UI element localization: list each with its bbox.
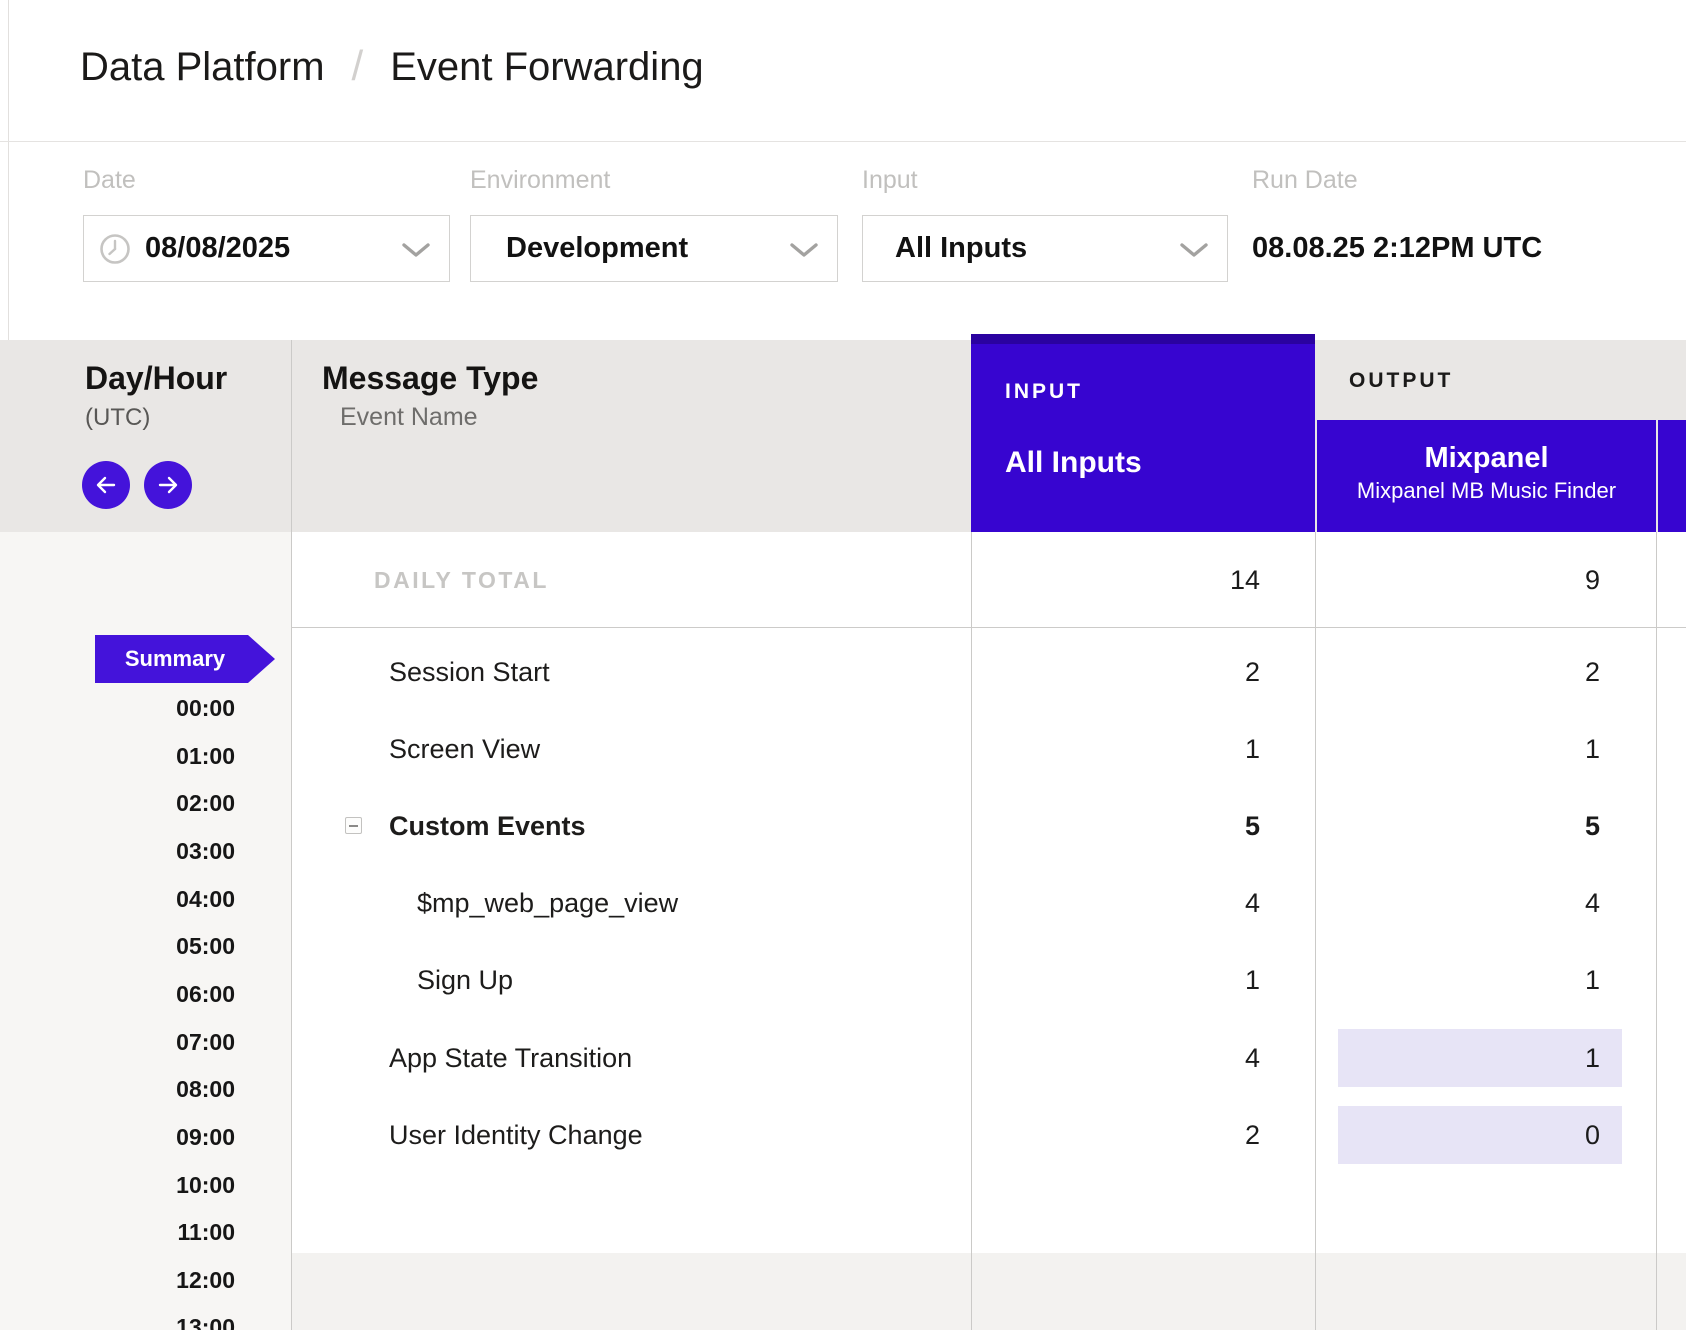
chevron-down-icon: [401, 242, 431, 258]
arrow-right-icon: [156, 474, 180, 496]
hour-item-0000[interactable]: 00:00: [0, 684, 235, 732]
input-count-cell: 4: [971, 1034, 1260, 1082]
run-date-label: Run Date: [1252, 167, 1358, 193]
breadcrumb-separator: /: [325, 42, 391, 89]
day-hour-column-subtitle: (UTC): [85, 404, 150, 432]
grid-footer-background: [291, 1253, 1686, 1330]
output-subtitle: Mixpanel MB Music Finder: [1317, 479, 1656, 503]
input-count-cell: 2: [971, 1111, 1260, 1159]
output-count-cell: 2: [1315, 648, 1600, 696]
hour-item-0100[interactable]: 01:00: [0, 732, 235, 780]
input-filter-label: Input: [862, 167, 918, 193]
breadcrumb: Data Platform/Event Forwarding: [80, 38, 704, 94]
hour-item-1100[interactable]: 11:00: [0, 1208, 235, 1256]
collapse-row-icon[interactable]: [345, 817, 362, 834]
input-count-cell: 5: [971, 802, 1260, 850]
event-name-column-subtitle: Event Name: [340, 402, 478, 432]
daily-total-output-value: 9: [1315, 556, 1600, 604]
column-divider: [291, 340, 292, 1330]
hour-item-1300[interactable]: 13:00: [0, 1303, 235, 1330]
hour-item-0300[interactable]: 03:00: [0, 827, 235, 875]
hour-item-0700[interactable]: 07:00: [0, 1018, 235, 1066]
minus-icon: [349, 825, 358, 827]
chevron-down-icon: [1179, 242, 1209, 258]
hour-item-0200[interactable]: 02:00: [0, 779, 235, 827]
input-count-cell: 2: [971, 648, 1260, 696]
input-count-cell: 4: [971, 879, 1260, 927]
daily-total-divider: [291, 627, 1686, 628]
message-row-label: App State Transition: [389, 1034, 632, 1082]
output-count-cell: 5: [1315, 802, 1600, 850]
daily-total-input-value: 14: [971, 556, 1260, 604]
output-count-cell: 4: [1315, 879, 1600, 927]
run-date-value: 08.08.25 2:12PM UTC: [1252, 215, 1542, 282]
input-dropdown[interactable]: All Inputs: [862, 215, 1228, 282]
output-count-cell: 1: [1315, 725, 1600, 773]
hour-item-0800[interactable]: 08:00: [0, 1065, 235, 1113]
input-column-header: INPUT All Inputs: [971, 334, 1315, 532]
output-column-header-mixpanel: Mixpanel Mixpanel MB Music Finder: [1317, 420, 1656, 532]
date-dropdown[interactable]: 08/08/2025: [83, 215, 450, 282]
event-forwarding-page: Data Platform/Event Forwarding Date Envi…: [0, 0, 1686, 1330]
arrow-left-icon: [94, 474, 118, 496]
breadcrumb-current-page: Event Forwarding: [390, 45, 703, 89]
hour-item-0400[interactable]: 04:00: [0, 875, 235, 923]
environment-dropdown[interactable]: Development: [470, 215, 838, 282]
output-name: Mixpanel: [1317, 442, 1656, 474]
hour-item-1000[interactable]: 10:00: [0, 1161, 235, 1209]
message-row-label: User Identity Change: [389, 1111, 643, 1159]
hour-item-0900[interactable]: 09:00: [0, 1113, 235, 1161]
summary-row-badge[interactable]: Summary: [95, 635, 275, 683]
day-hour-column-title: Day/Hour: [85, 358, 227, 398]
input-column-label: INPUT: [1005, 380, 1083, 404]
hour-item-1200[interactable]: 12:00: [0, 1256, 235, 1304]
output-count-cell: 0: [1315, 1111, 1600, 1159]
message-row-label: Screen View: [389, 725, 540, 773]
output-count-cell: 1: [1315, 956, 1600, 1004]
message-row-label: Sign Up: [417, 956, 513, 1004]
input-column-header-accent: [971, 334, 1315, 344]
input-value: All Inputs: [895, 232, 1027, 265]
topbar-divider: [0, 141, 1686, 142]
message-type-column-title: Message Type: [322, 358, 538, 398]
column-divider: [1656, 532, 1657, 1330]
message-row-label: Session Start: [389, 648, 550, 696]
input-column-name: All Inputs: [1005, 446, 1142, 480]
chevron-down-icon: [789, 242, 819, 258]
hour-item-0500[interactable]: 05:00: [0, 922, 235, 970]
breadcrumb-link-data-platform[interactable]: Data Platform: [80, 45, 325, 89]
date-filter-label: Date: [83, 167, 136, 193]
previous-day-button[interactable]: [82, 461, 130, 509]
daily-total-label: DAILY TOTAL: [374, 556, 549, 604]
message-row-label: $mp_web_page_view: [417, 879, 678, 927]
output-column-label: OUTPUT: [1349, 369, 1453, 393]
output-column-header-next-partial: [1658, 420, 1686, 532]
output-count-cell: 1: [1315, 1034, 1600, 1082]
hour-item-0600[interactable]: 06:00: [0, 970, 235, 1018]
next-day-button[interactable]: [144, 461, 192, 509]
environment-value: Development: [506, 232, 688, 265]
environment-filter-label: Environment: [470, 167, 610, 193]
input-count-cell: 1: [971, 725, 1260, 773]
date-value: 08/08/2025: [145, 232, 290, 265]
message-row-label: Custom Events: [389, 802, 586, 850]
input-count-cell: 1: [971, 956, 1260, 1004]
clock-icon: [99, 233, 131, 265]
